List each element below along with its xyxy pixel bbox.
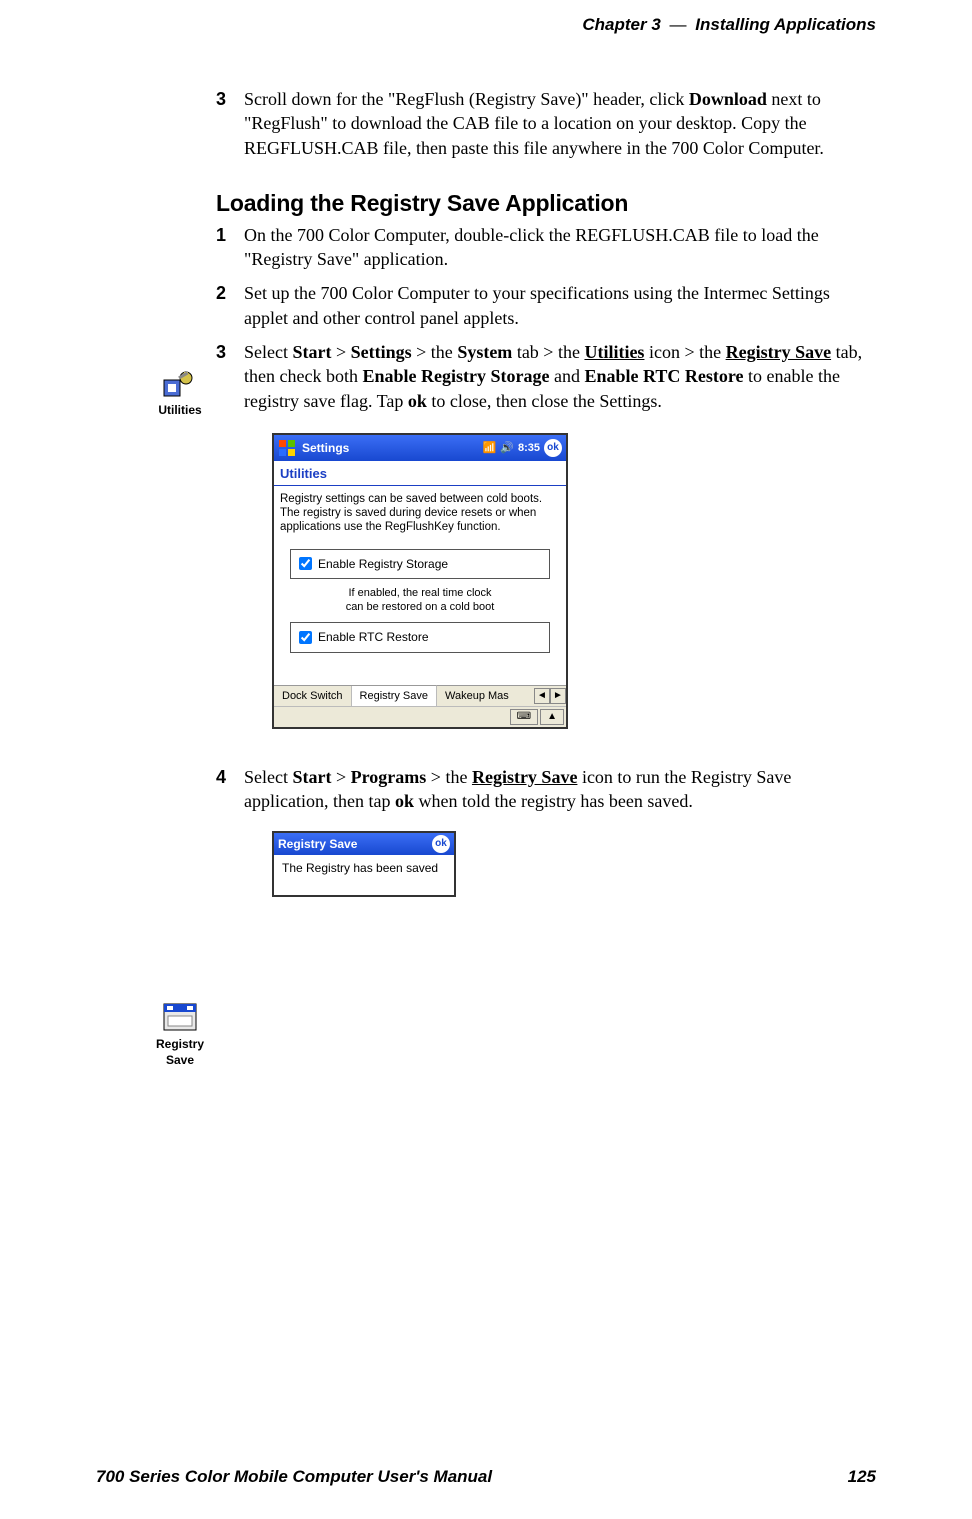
enable-registry-storage-checkbox[interactable]: Enable Registry Storage <box>290 549 550 579</box>
tab-scroll-left[interactable]: ◄ <box>534 688 550 704</box>
list-item: 3 Select Start > Settings > the System t… <box>216 340 876 729</box>
dialog-body: The Registry has been saved <box>274 855 454 895</box>
step-text: Select Start > Settings > the System tab… <box>244 342 862 411</box>
tab-registry-save[interactable]: Registry Save <box>352 685 437 707</box>
settings-description: Registry settings can be saved between c… <box>274 486 566 545</box>
list-item: 1 On the 700 Color Computer, double-clic… <box>216 223 876 272</box>
settings-title: Settings <box>302 440 483 456</box>
header-dash: — <box>666 15 691 34</box>
dialog-titlebar: Registry Save ok <box>274 833 454 855</box>
checkbox-label: Enable RTC Restore <box>318 629 429 645</box>
page-footer: 700 Series Color Mobile Computer User's … <box>96 1466 876 1489</box>
checkbox-input[interactable] <box>299 557 312 570</box>
list-item: 2 Set up the 700 Color Computer to your … <box>216 281 876 330</box>
step-text: Scroll down for the "RegFlush (Registry … <box>244 89 824 158</box>
keyboard-icon[interactable]: ⌨ <box>510 709 538 725</box>
step-number: 3 <box>216 340 226 364</box>
chapter-title: Installing Applications <box>695 15 876 34</box>
step-number: 3 <box>216 87 226 111</box>
footer-manual-title: 700 Series Color Mobile Computer User's … <box>96 1466 492 1489</box>
tab-scroll-right[interactable]: ► <box>550 688 566 704</box>
settings-subheader: Utilities <box>274 461 566 486</box>
step-text: Set up the 700 Color Computer to your sp… <box>244 283 830 327</box>
start-flag-icon[interactable] <box>278 439 296 457</box>
system-tray: 📶 🔊 8:35 ok <box>483 439 562 457</box>
registry-save-margin-icon: Registry Save <box>150 1000 210 1068</box>
registry-save-icon <box>160 1000 200 1034</box>
running-header: Chapter 3 — Installing Applications <box>96 14 876 37</box>
settings-screenshot: Settings 📶 🔊 8:35 ok Utilities Registry … <box>272 433 568 729</box>
list-item: 4 Select Start > Programs > the Registry… <box>216 765 876 897</box>
clock-text: 8:35 <box>518 441 540 456</box>
settings-titlebar: Settings 📶 🔊 8:35 ok <box>274 435 566 461</box>
footer-page-number: 125 <box>848 1466 876 1489</box>
step-text: Select Start > Programs > the Registry S… <box>244 767 791 811</box>
ok-button[interactable]: ok <box>432 835 450 853</box>
section-heading: Loading the Registry Save Application <box>216 188 876 219</box>
settings-tabbar: Dock Switch Registry Save Wakeup Mas ◄ ► <box>274 685 566 707</box>
registry-save-dialog: Registry Save ok The Registry has been s… <box>272 831 456 897</box>
input-panel-bar: ⌨ ▲ <box>274 706 566 727</box>
tab-wakeup-mask[interactable]: Wakeup Mas <box>437 686 517 707</box>
utilities-margin-icon: Utilities <box>150 370 210 418</box>
enable-rtc-restore-checkbox[interactable]: Enable RTC Restore <box>290 622 550 652</box>
registry-save-icon-label: Registry Save <box>156 1037 204 1067</box>
input-panel-up[interactable]: ▲ <box>540 709 564 725</box>
tab-dock-switch[interactable]: Dock Switch <box>274 686 352 707</box>
signal-icon: 📶 <box>483 441 497 456</box>
checkbox-label: Enable Registry Storage <box>318 556 448 572</box>
step-number: 4 <box>216 765 226 789</box>
list-item: 3 Scroll down for the "RegFlush (Registr… <box>216 87 876 160</box>
step-text: On the 700 Color Computer, double-click … <box>244 225 819 269</box>
checkbox-input[interactable] <box>299 631 312 644</box>
dialog-title: Registry Save <box>278 836 432 852</box>
step-number: 1 <box>216 223 226 247</box>
ok-button[interactable]: ok <box>544 439 562 457</box>
utilities-icon <box>162 370 198 400</box>
rtc-hint: If enabled, the real time clock can be r… <box>274 587 566 615</box>
step-number: 2 <box>216 281 226 305</box>
tab-scroll-arrows: ◄ ► <box>534 688 566 704</box>
chapter-label: Chapter 3 <box>582 15 660 34</box>
speaker-icon: 🔊 <box>500 441 514 456</box>
utilities-icon-label: Utilities <box>158 403 201 417</box>
